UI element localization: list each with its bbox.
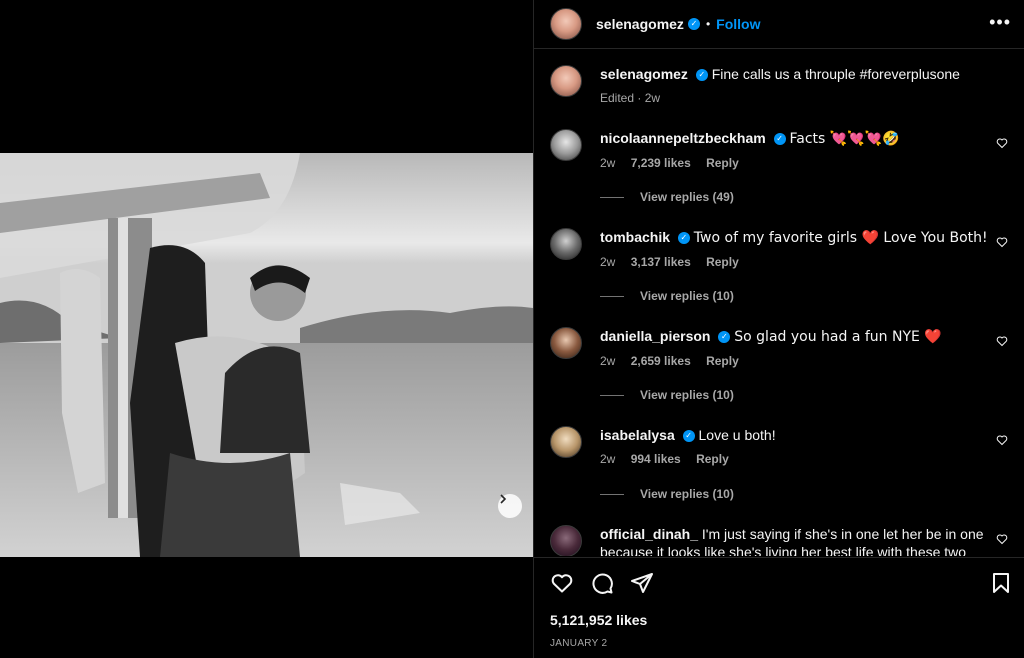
caption-meta: Edited · 2w — [600, 91, 661, 105]
comment-meta: 2w 994 likes Reply — [600, 450, 990, 468]
photo-illustration — [0, 153, 533, 557]
next-photo-button[interactable] — [498, 494, 522, 518]
comment-text: So glad you had a fun NYE ❤️ — [734, 329, 942, 345]
caption-body: selenagomez ✓ Fine calls us a throuple #… — [600, 65, 990, 107]
caption-username[interactable]: selenagomez — [600, 66, 688, 82]
view-replies-button[interactable]: View replies (49) — [600, 190, 734, 204]
comment-row: daniella_pierson ✓ So glad you had a fun… — [550, 327, 1010, 370]
divider — [600, 493, 624, 495]
comment-age: 2w — [600, 354, 616, 368]
post-media — [0, 0, 533, 658]
comment-body: isabelalysa ✓ Love u both! 2w 994 likes … — [600, 426, 990, 468]
share-icon[interactable] — [630, 571, 654, 595]
caption-avatar[interactable] — [550, 65, 582, 97]
comment-body: nicolaannepeltzbeckham ✓ Facts 💘💘💘🤣 2w 7… — [600, 129, 990, 172]
post-side-panel: selenagomez ✓ • Follow ••• selenagomez ✓… — [533, 0, 1024, 658]
heart-icon[interactable] — [996, 137, 1008, 149]
comment-text: Facts 💘💘💘🤣 — [789, 131, 900, 147]
view-replies-label: View replies (49) — [640, 190, 734, 204]
comment-row: isabelalysa ✓ Love u both! 2w 994 likes … — [550, 426, 1010, 468]
more-icon[interactable]: ••• — [989, 12, 1011, 33]
comment-text: Love u both! — [698, 427, 776, 443]
view-replies-label: View replies (10) — [640, 289, 734, 303]
comment-row: nicolaannepeltzbeckham ✓ Facts 💘💘💘🤣 2w 7… — [550, 129, 1010, 172]
separator-dot: • — [705, 17, 711, 31]
view-replies-label: View replies (10) — [640, 388, 734, 402]
view-replies-button[interactable]: View replies (10) — [600, 388, 734, 402]
view-replies-button[interactable]: View replies (10) — [600, 289, 734, 303]
verified-icon: ✓ — [682, 430, 695, 443]
comment-likes[interactable]: 994 likes — [631, 452, 681, 466]
post-photo — [0, 153, 533, 557]
comment-likes[interactable]: 2,659 likes — [631, 354, 691, 368]
comment-likes[interactable]: 7,239 likes — [631, 156, 691, 170]
comment-body: daniella_pierson ✓ So glad you had a fun… — [600, 327, 990, 370]
comment-username[interactable]: tombachik — [600, 229, 670, 245]
post-header: selenagomez ✓ • Follow ••• — [534, 0, 1024, 49]
action-bar: 5,121,952 likes JANUARY 2 — [534, 557, 1024, 658]
heart-icon[interactable] — [996, 236, 1008, 248]
comment-age: 2w — [600, 156, 616, 170]
commenter-avatar[interactable] — [550, 228, 582, 260]
likes-count[interactable]: 5,121,952 likes — [550, 612, 647, 628]
follow-button[interactable]: Follow — [716, 16, 760, 32]
heart-icon[interactable] — [550, 571, 574, 595]
comment-body: tombachik ✓ Two of my favorite girls ❤️ … — [600, 228, 990, 271]
comment-username[interactable]: isabelalysa — [600, 427, 675, 443]
reply-button[interactable]: Reply — [706, 156, 739, 170]
commenter-avatar[interactable] — [550, 525, 582, 556]
commenter-avatar[interactable] — [550, 426, 582, 458]
chevron-right-icon — [500, 494, 507, 504]
verified-icon: ✓ — [718, 331, 731, 344]
reply-button[interactable]: Reply — [696, 452, 729, 466]
comment-row: tombachik ✓ Two of my favorite girls ❤️ … — [550, 228, 1010, 271]
author-username[interactable]: selenagomez — [596, 16, 684, 32]
comment-body: official_dinah_ I'm just saying if she's… — [600, 525, 990, 556]
commenter-avatar[interactable] — [550, 129, 582, 161]
comment-meta: 2w 2,659 likes Reply — [600, 352, 990, 370]
verified-icon: ✓ — [773, 133, 786, 146]
divider — [600, 295, 624, 297]
heart-icon[interactable] — [996, 533, 1008, 545]
comment-meta: 2w 7,239 likes Reply — [600, 154, 990, 172]
comment-row: official_dinah_ I'm just saying if she's… — [550, 525, 1010, 556]
verified-icon: ✓ — [677, 232, 690, 245]
comment-username[interactable]: official_dinah_ — [600, 526, 698, 542]
divider — [600, 394, 624, 396]
comment-icon[interactable] — [590, 571, 614, 595]
caption-text: Fine calls us a throuple #foreverplusone — [711, 66, 960, 82]
comment-likes[interactable]: 3,137 likes — [631, 255, 691, 269]
verified-icon: ✓ — [695, 69, 708, 82]
divider — [600, 196, 624, 198]
comment-age: 2w — [600, 452, 616, 466]
heart-icon[interactable] — [996, 434, 1008, 446]
view-replies-label: View replies (10) — [640, 487, 734, 501]
reply-button[interactable]: Reply — [706, 255, 739, 269]
comments-list[interactable]: selenagomez ✓ Fine calls us a throuple #… — [534, 50, 1024, 556]
bookmark-icon[interactable] — [989, 571, 1013, 595]
post-date: JANUARY 2 — [550, 638, 608, 649]
comment-age: 2w — [600, 255, 616, 269]
comment-username[interactable]: daniella_pierson — [600, 328, 710, 344]
reply-button[interactable]: Reply — [706, 354, 739, 368]
commenter-avatar[interactable] — [550, 327, 582, 359]
caption-row: selenagomez ✓ Fine calls us a throuple #… — [550, 65, 1010, 107]
verified-icon: ✓ — [687, 18, 700, 30]
heart-icon[interactable] — [996, 335, 1008, 347]
author-avatar[interactable] — [550, 8, 582, 40]
comment-username[interactable]: nicolaannepeltzbeckham — [600, 130, 766, 146]
comment-meta: 2w 3,137 likes Reply — [600, 253, 990, 271]
comment-text: Two of my favorite girls ❤️ Love You Bot… — [693, 230, 988, 246]
view-replies-button[interactable]: View replies (10) — [600, 487, 734, 501]
